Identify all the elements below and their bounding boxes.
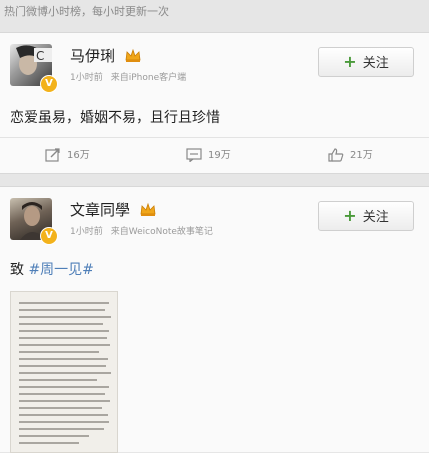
post-text: 致 #周一见# [10,259,94,279]
follow-button[interactable]: + 关注 [318,201,414,231]
svg-text:C: C [36,49,44,63]
post-time: 1小时前 [70,227,103,237]
verified-icon: V [40,75,58,93]
post-image[interactable] [10,291,118,453]
plus-icon: + [343,52,357,71]
post-source: 来自WeicoNote故事笔记 [110,227,213,237]
crown-icon [125,48,141,62]
follow-button[interactable]: + 关注 [318,47,414,77]
comment-button[interactable]: 19万 [186,138,231,174]
post-meta: 1小时前 来自iPhone客户端 [70,70,186,83]
post-text-prefix: 致 [10,262,24,278]
weibo-card[interactable]: V 文章同學 1小时前 来自WeicoNote故事笔记 + 关注 致 #周一见# [0,186,429,453]
repost-button[interactable]: 16万 [45,138,90,174]
topic-link[interactable]: #周一见# [28,262,93,278]
repost-count: 16万 [67,150,90,161]
repost-icon [45,148,60,162]
like-button[interactable]: 21万 [328,138,373,174]
plus-icon: + [343,206,357,225]
weibo-card[interactable]: C V 马伊琍 1小时前 来自iPhone客户端 + 关注 恋爱虽易，婚姻不易，且行… [0,32,429,174]
author-name[interactable]: 马伊琍 [70,47,115,65]
post-text: 恋爱虽易，婚姻不易，且行且珍惜 [10,110,220,126]
crown-icon [140,202,156,216]
like-icon [328,148,344,162]
comment-count: 19万 [208,150,231,161]
author-name-row: 文章同學 [70,199,157,220]
comment-icon [186,148,202,163]
action-bar: 16万 19万 21万 [0,138,429,174]
author-name[interactable]: 文章同學 [70,201,130,219]
post-meta: 1小时前 来自WeicoNote故事笔记 [70,224,213,237]
header-note: 热门微博小时榜，每小时更新一次 [4,5,169,18]
post-time: 1小时前 [70,73,103,83]
like-count: 21万 [350,150,373,161]
post-source: 来自iPhone客户端 [110,73,187,83]
author-name-row: 马伊琍 [70,45,142,66]
follow-label: 关注 [362,210,389,225]
follow-label: 关注 [362,56,389,71]
verified-icon: V [40,227,58,245]
